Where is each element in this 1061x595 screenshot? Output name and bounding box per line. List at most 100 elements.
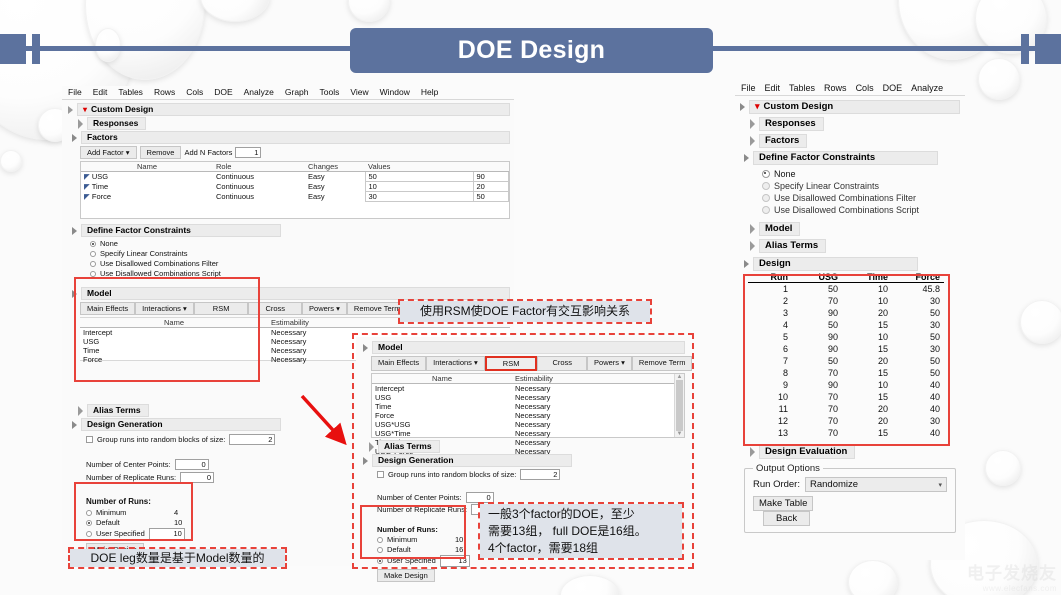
powers-button[interactable]: Powers ▾ (587, 356, 632, 371)
group-runs-row[interactable]: Group runs into random blocks of size: 2 (377, 469, 685, 480)
collapse-triangle-icon[interactable] (363, 343, 368, 352)
checkbox-icon[interactable] (86, 436, 93, 443)
menu-window[interactable]: Window (380, 87, 410, 97)
table-row[interactable]: USG Necessary (372, 393, 674, 402)
section-design-evaluation[interactable]: Design Evaluation (750, 445, 960, 459)
factor-low[interactable]: 50 (364, 171, 474, 182)
expand-triangle-icon[interactable] (750, 119, 755, 129)
collapse-triangle-icon[interactable] (72, 226, 77, 235)
table-row[interactable]: USG*Time Necessary (372, 429, 674, 438)
add-n-factors-input[interactable]: 1 (235, 147, 262, 158)
menu-tables[interactable]: Tables (118, 87, 143, 97)
group-runs-input[interactable]: 2 (229, 434, 276, 445)
constraint-option-disallowed-filter[interactable]: Use Disallowed Combinations Filter (762, 192, 960, 204)
menu-rows[interactable]: Rows (154, 87, 175, 97)
rsm-button[interactable]: RSM (484, 356, 538, 371)
constraint-option-disallowed-script[interactable]: Use Disallowed Combinations Script (762, 204, 960, 216)
expand-triangle-icon[interactable] (78, 118, 83, 129)
custom-design-header[interactable]: ▾ Custom Design (740, 100, 960, 114)
constraint-options-group[interactable]: None Specify Linear Constraints Use Disa… (762, 168, 960, 216)
constraint-option-specify-linear[interactable]: Specify Linear Constraints (90, 249, 510, 259)
radio-icon[interactable] (762, 182, 770, 190)
collapse-triangle-icon[interactable] (363, 456, 368, 465)
center-points-input[interactable]: 0 (174, 459, 209, 470)
factor-button-row[interactable]: Add Factor ▾ Remove Add N Factors 1 (80, 146, 510, 159)
menu-analyze[interactable]: Analyze (911, 83, 943, 93)
menu-doe[interactable]: DOE (214, 87, 232, 97)
factor-high[interactable]: 20 (472, 181, 509, 192)
menu-tools[interactable]: Tools (320, 87, 340, 97)
checkbox-icon[interactable] (377, 471, 384, 478)
factor-high[interactable]: 50 (472, 191, 509, 202)
make-design-button[interactable]: Make Design (377, 569, 435, 582)
collapse-triangle-icon[interactable] (744, 154, 749, 162)
constraint-option-none[interactable]: None (762, 168, 960, 180)
interactions-button[interactable]: Interactions ▾ (426, 356, 485, 371)
menu-cols[interactable]: Cols (856, 83, 874, 93)
expand-triangle-icon[interactable] (78, 405, 83, 416)
menu-analyze[interactable]: Analyze (244, 87, 274, 97)
chevron-down-icon[interactable]: ▾ (938, 481, 942, 489)
main-effects-button[interactable]: Main Effects (371, 356, 427, 371)
radio-icon[interactable] (762, 170, 770, 178)
section-alias-terms[interactable]: Alias Terms (750, 239, 960, 253)
menu-edit[interactable]: Edit (765, 83, 781, 93)
expand-triangle-icon[interactable] (369, 441, 374, 452)
radio-icon[interactable] (762, 206, 770, 214)
table-row[interactable]: Intercept Necessary (372, 384, 674, 393)
add-factor-button[interactable]: Add Factor ▾ (80, 146, 137, 159)
constraint-option-disallowed-filter[interactable]: Use Disallowed Combinations Filter (90, 259, 510, 269)
section-responses[interactable]: Responses (78, 117, 510, 130)
section-define-factor-constraints[interactable]: Define Factor Constraints (744, 151, 960, 165)
run-order-select[interactable]: Randomize ▾ (805, 477, 947, 492)
expand-triangle-icon[interactable] (750, 224, 755, 234)
section-model[interactable]: Model (750, 222, 960, 236)
model-table-scrollbar[interactable]: ▲ ▼ (674, 374, 684, 437)
table-row[interactable]: USG*USG Necessary (372, 420, 674, 429)
radio-icon[interactable] (90, 241, 96, 247)
group-runs-input[interactable]: 2 (520, 469, 561, 480)
collapse-triangle-icon[interactable] (68, 105, 73, 114)
radio-icon[interactable] (90, 261, 96, 267)
table-row[interactable]: Force Necessary (372, 411, 674, 420)
expand-triangle-icon[interactable] (750, 447, 755, 457)
menu-tables[interactable]: Tables (789, 83, 815, 93)
model-button-row[interactable]: Main Effects Interactions ▾ RSM Cross Po… (371, 356, 693, 371)
table-row[interactable]: ◤ USG Continuous Easy 50 90 (81, 171, 509, 182)
constraint-options-group[interactable]: None Specify Linear Constraints Use Disa… (90, 239, 510, 279)
remove-term-button[interactable]: Remove Term (631, 356, 693, 371)
red-triangle-icon[interactable]: ▾ (83, 105, 87, 114)
section-factors[interactable]: Factors (750, 134, 960, 148)
menu-edit[interactable]: Edit (93, 87, 108, 97)
factor-low[interactable]: 10 (364, 181, 474, 192)
menu-graph[interactable]: Graph (285, 87, 309, 97)
radio-icon[interactable] (762, 194, 770, 202)
section-responses[interactable]: Responses (750, 117, 960, 131)
menu-file[interactable]: File (68, 87, 82, 97)
menu-help[interactable]: Help (421, 87, 438, 97)
right-menu-bar[interactable]: File Edit Tables Rows Cols DOE Analyze (735, 82, 965, 96)
radio-icon[interactable] (90, 251, 96, 257)
expand-triangle-icon[interactable] (750, 136, 755, 146)
cross-button[interactable]: Cross (537, 356, 588, 371)
collapse-triangle-icon[interactable] (72, 420, 77, 429)
expand-triangle-icon[interactable] (750, 241, 755, 251)
menu-file[interactable]: File (741, 83, 756, 93)
back-button[interactable]: Back (763, 511, 811, 526)
factor-high[interactable]: 90 (472, 171, 509, 182)
section-factors[interactable]: Factors (72, 131, 510, 144)
collapse-triangle-icon[interactable] (72, 133, 77, 142)
red-triangle-icon[interactable]: ▾ (755, 101, 760, 112)
collapse-triangle-icon[interactable] (744, 260, 749, 268)
constraint-option-specify-linear[interactable]: Specify Linear Constraints (762, 180, 960, 192)
factor-low[interactable]: 30 (364, 191, 474, 202)
powers-button[interactable]: Powers ▾ (302, 302, 347, 315)
remove-factor-button[interactable]: Remove (139, 146, 182, 159)
scroll-down-arrow-icon[interactable]: ▼ (675, 431, 684, 437)
table-row[interactable]: ◤ Time Continuous Easy 10 20 (81, 181, 509, 192)
custom-design-header[interactable]: ▾ Custom Design (68, 103, 510, 116)
scroll-thumb[interactable] (676, 380, 683, 431)
constraint-option-none[interactable]: None (90, 239, 510, 249)
section-design[interactable]: Design (744, 257, 960, 271)
table-row[interactable]: Time Necessary (372, 402, 674, 411)
